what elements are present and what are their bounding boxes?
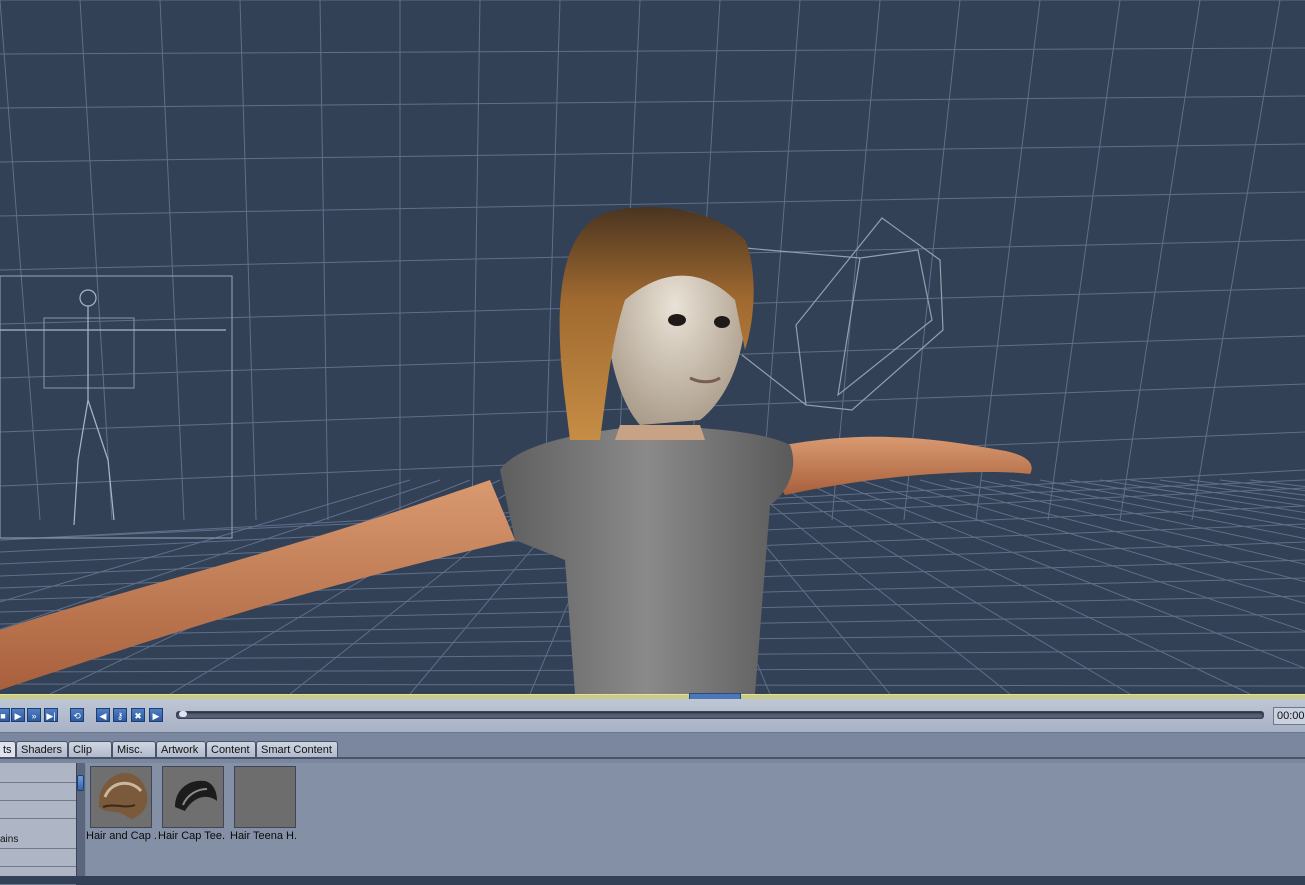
- tab-content[interactable]: Content: [206, 741, 256, 758]
- grid-line: [799, 479, 1251, 694]
- cap-shape-thumbnail-icon[interactable]: [162, 766, 224, 828]
- grid-line: [0, 47, 1305, 55]
- timecode-display: 00:00: [1273, 707, 1305, 725]
- grid-line: [79, 0, 113, 521]
- hair-cap-thumbnail-icon[interactable]: [90, 766, 152, 828]
- grid-line: [239, 0, 257, 521]
- library-item[interactable]: Hair Teena H.: [230, 766, 300, 842]
- fast-forward-icon[interactable]: »: [27, 708, 41, 722]
- tab-shaders[interactable]: Shaders: [16, 741, 68, 758]
- library-items-pane: Hair and Cap . Hair Cap Tee. Hair Teena …: [86, 763, 1305, 876]
- tab-props[interactable]: ts: [0, 741, 16, 758]
- library-item[interactable]: Hair and Cap .: [86, 766, 157, 842]
- tab-smart-content[interactable]: Smart Content: [256, 741, 338, 758]
- category-item[interactable]: [0, 765, 76, 783]
- grid-line: [0, 95, 1305, 109]
- delete-key-icon[interactable]: ✖: [131, 708, 145, 722]
- grid-line: [1219, 479, 1305, 492]
- tab-underline: [0, 757, 1305, 759]
- stop-icon[interactable]: ■: [0, 708, 10, 722]
- grid-line: [829, 479, 1305, 669]
- prev-key-icon[interactable]: ◀: [96, 708, 110, 722]
- next-key-icon[interactable]: ▶: [149, 708, 163, 722]
- grid-line: [1191, 0, 1281, 521]
- library-panel: ts Shaders Clip Misc. Artwork Content Sm…: [0, 733, 1305, 885]
- category-item[interactable]: [0, 867, 76, 885]
- item-label: Hair Teena H.: [230, 830, 298, 842]
- grid-line: [319, 0, 329, 521]
- category-item[interactable]: [0, 801, 76, 819]
- category-item[interactable]: [0, 783, 76, 801]
- skeleton-figure: [0, 275, 233, 539]
- grid-line: [159, 0, 185, 521]
- play-icon[interactable]: ▶: [11, 708, 25, 722]
- grid-line: [1119, 0, 1201, 521]
- library-item[interactable]: Hair Cap Tee.: [158, 766, 228, 842]
- tab-misc[interactable]: Misc.: [112, 741, 156, 758]
- category-item[interactable]: [0, 849, 76, 867]
- grid-line: [0, 0, 41, 521]
- animation-timeline-bar: ■ ▶ » ▶| ⟲ ◀ ⚷ ✖ ▶ 00:00: [0, 699, 1305, 733]
- 3d-viewport[interactable]: [0, 0, 1305, 694]
- viewport-scene: [0, 0, 1305, 694]
- tab-clip[interactable]: Clip: [68, 741, 112, 758]
- key-icon[interactable]: ⚷: [113, 708, 127, 722]
- grid-line: [769, 479, 1131, 694]
- camera-light-wireframe: [741, 217, 944, 411]
- grid-line: [471, 0, 481, 521]
- last-frame-icon[interactable]: ▶|: [44, 708, 58, 722]
- timeline-scrubber[interactable]: [176, 711, 1264, 719]
- category-scrollbar[interactable]: [76, 763, 85, 876]
- grid-line: [0, 143, 1305, 163]
- loop-icon[interactable]: ⟲: [70, 708, 84, 722]
- item-label: Hair and Cap .: [86, 830, 157, 842]
- category-item[interactable]: ains: [0, 831, 76, 849]
- tab-artwork[interactable]: Artwork: [156, 741, 206, 758]
- category-list[interactable]: ains: [0, 763, 76, 885]
- grid-line: [859, 479, 1305, 632]
- empty-thumbnail-icon[interactable]: [234, 766, 296, 828]
- scrubber-thumb[interactable]: [179, 711, 187, 717]
- scrollbar-thumb[interactable]: [77, 775, 84, 791]
- grid-line: [975, 0, 1041, 521]
- grid-line: [1069, 479, 1305, 521]
- item-label: Hair Cap Tee.: [158, 830, 226, 842]
